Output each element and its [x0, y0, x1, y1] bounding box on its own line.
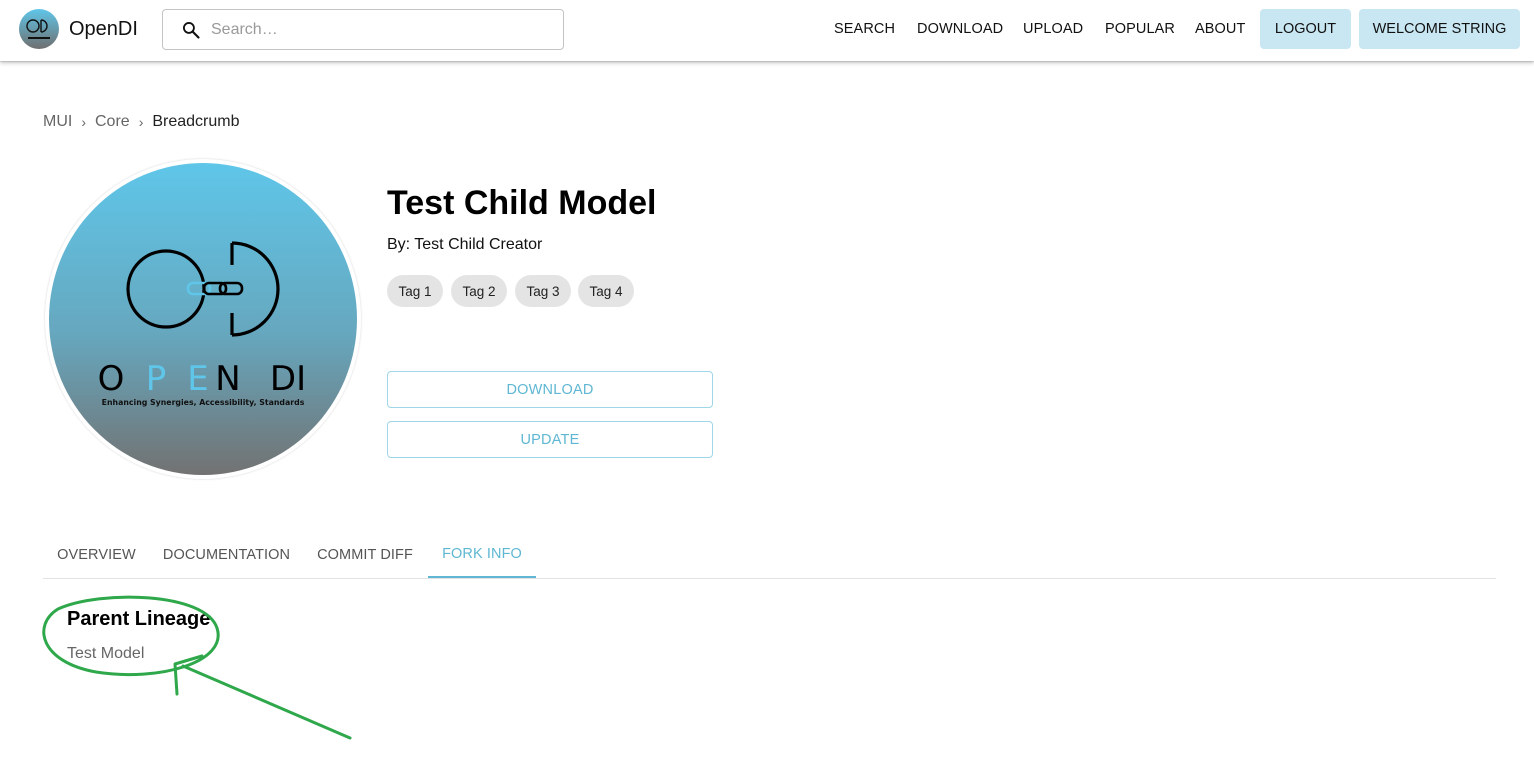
breadcrumb-item-core[interactable]: Core: [95, 112, 130, 132]
search-icon: [183, 22, 200, 39]
breadcrumb: MUI › Core › Breadcrumb: [43, 112, 240, 132]
nav-about-link[interactable]: ABOUT: [1195, 20, 1245, 38]
tag-chip[interactable]: Tag 3: [515, 275, 571, 307]
tag-chip[interactable]: Tag 4: [578, 275, 634, 307]
app-name[interactable]: OpenDI: [69, 17, 138, 41]
tab-commit-diff[interactable]: COMMIT DIFF: [304, 531, 426, 578]
breadcrumb-item-mui[interactable]: MUI: [43, 112, 72, 132]
logo-letter: N: [215, 359, 240, 399]
tag-chip[interactable]: Tag 1: [387, 275, 443, 307]
update-button[interactable]: UPDATE: [387, 421, 713, 458]
parent-lineage-heading: Parent Lineage: [67, 608, 211, 630]
logo-tagline: Enhancing Synergies, Accessibility, Stan…: [102, 398, 305, 407]
tag-chip[interactable]: Tag 2: [451, 275, 507, 307]
search-input[interactable]: [211, 18, 551, 42]
breadcrumb-separator: ›: [81, 114, 86, 130]
parent-lineage-item[interactable]: Test Model: [67, 644, 144, 664]
tab-fork-info[interactable]: FORK INFO: [428, 531, 536, 578]
breadcrumb-item-current: Breadcrumb: [152, 113, 240, 130]
nav-download-link[interactable]: DOWNLOAD: [917, 20, 1003, 38]
logout-button[interactable]: LOGOUT: [1260, 9, 1351, 49]
logo-letter: P: [146, 359, 167, 399]
tab-overview[interactable]: OVERVIEW: [43, 531, 150, 578]
nav-search-link[interactable]: SEARCH: [834, 20, 895, 38]
model-title: Test Child Model: [387, 184, 657, 222]
logo-letter: DI: [270, 359, 306, 399]
nav-popular-link[interactable]: POPULAR: [1105, 20, 1175, 38]
download-button[interactable]: DOWNLOAD: [387, 371, 713, 408]
logo-letter: E: [187, 359, 208, 399]
nav-upload-link[interactable]: UPLOAD: [1023, 20, 1083, 38]
logo-letter: O: [98, 359, 125, 399]
annotation-arrowhead: [173, 654, 204, 696]
model-tabs: OVERVIEW DOCUMENTATION COMMIT DIFF FORK …: [43, 531, 1496, 579]
model-author: By: Test Child Creator: [387, 236, 543, 253]
tab-documentation[interactable]: DOCUMENTATION: [150, 531, 303, 578]
welcome-button[interactable]: WELCOME STRING: [1359, 9, 1520, 49]
app-bar: OpenDI SEARCH DOWNLOAD UPLOAD POPULAR AB…: [0, 0, 1534, 61]
search-box[interactable]: [162, 9, 564, 50]
breadcrumb-separator: ›: [138, 114, 144, 130]
annotation-arrow: [181, 664, 352, 740]
opendi-logo-icon[interactable]: [19, 9, 59, 49]
model-image: O P E N DI Enhancing Synergies, Accessib…: [45, 159, 361, 479]
